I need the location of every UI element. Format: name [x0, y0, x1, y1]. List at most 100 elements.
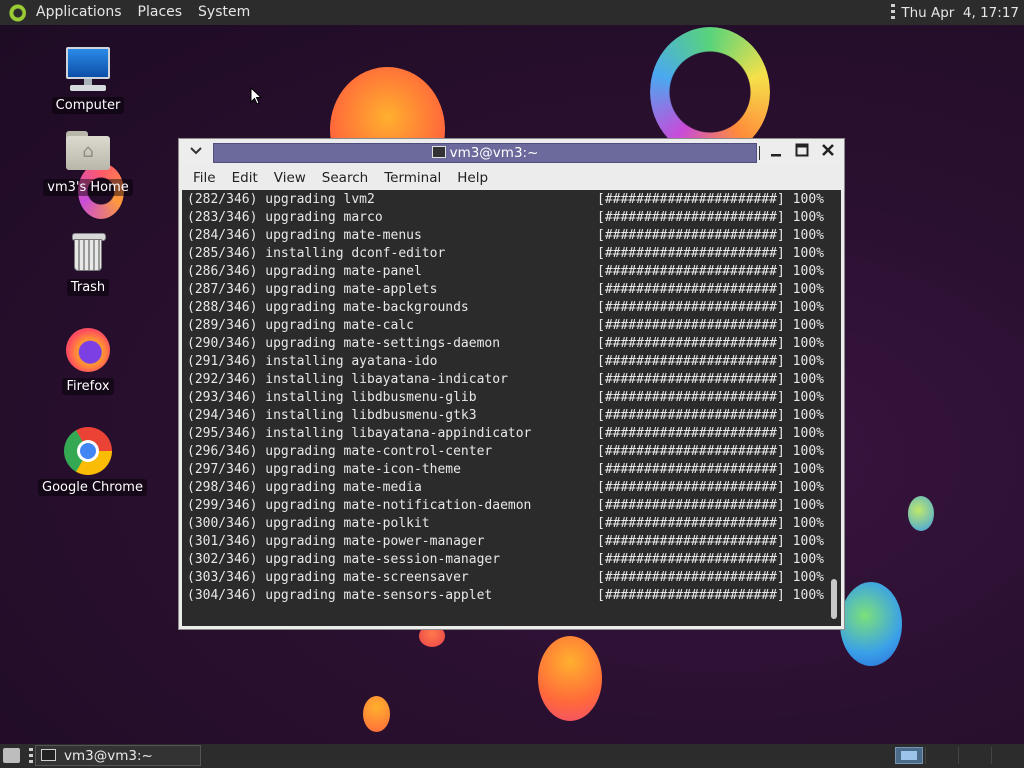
terminal-line-progress: [######################] 100%: [597, 588, 824, 603]
desktop-icon-label: Firefox: [62, 378, 114, 395]
computer-icon: [64, 45, 112, 93]
terminal-line: (285/346) installing dconf-editor [######…: [187, 245, 824, 263]
clock[interactable]: Thu Apr 4, 17:17: [901, 5, 1024, 21]
terminal-icon: [431, 146, 446, 158]
terminal-line: (294/346) installing libdbusmenu-gtk3 [##…: [187, 407, 824, 425]
terminal-line: (295/346) installing libayatana-appindic…: [187, 425, 824, 443]
terminal-line-text: (284/346) upgrading mate-menus: [187, 228, 422, 243]
terminal-line-progress: [######################] 100%: [597, 552, 824, 567]
top-panel: Applications Places System Thu Apr 4, 17…: [0, 0, 1024, 25]
desktop-icon-label: Computer: [51, 97, 125, 114]
terminal-line-progress: [######################] 100%: [597, 210, 824, 225]
menu-view[interactable]: View: [266, 170, 314, 186]
menu-applications[interactable]: Applications: [28, 0, 130, 25]
terminal-line: (300/346) upgrading mate-polkit [########…: [187, 515, 824, 533]
terminal-icon: [41, 749, 56, 761]
window-menu-chevron-icon[interactable]: [189, 145, 203, 159]
terminal-line-progress: [######################] 100%: [597, 498, 824, 513]
menu-file[interactable]: File: [179, 170, 224, 186]
taskbar-terminal-button[interactable]: vm3@vm3:~: [35, 745, 201, 766]
terminal-line-progress: [######################] 100%: [597, 354, 824, 369]
desktop-icon-firefox[interactable]: Firefox: [38, 326, 138, 395]
wallpaper-small-orange-drop: [363, 696, 390, 732]
terminal-line-text: (292/346) installing libayatana-indicato…: [187, 372, 508, 387]
terminal-line: (286/346) upgrading mate-panel [#########…: [187, 263, 824, 281]
terminal-line: (292/346) installing libayatana-indicato…: [187, 371, 824, 389]
terminal-scrollbar[interactable]: [831, 579, 837, 619]
terminal-line: (304/346) upgrading mate-sensors-applet […: [187, 587, 824, 605]
menu-terminal[interactable]: Terminal: [376, 170, 449, 186]
menu-help[interactable]: Help: [449, 170, 496, 186]
terminal-line-progress: [######################] 100%: [597, 516, 824, 531]
terminal-output[interactable]: (282/346) upgrading lvm2 [###############…: [182, 190, 841, 626]
window-titlebar[interactable]: vm3@vm3:~: [179, 139, 844, 165]
menu-edit[interactable]: Edit: [224, 170, 266, 186]
panel-handle[interactable]: [29, 748, 33, 764]
taskbar-terminal-label: vm3@vm3:~: [64, 748, 153, 764]
terminal-line-text: (300/346) upgrading mate-polkit: [187, 516, 430, 531]
terminal-menubar: File Edit View Search Terminal Help: [179, 165, 844, 190]
panel-handle[interactable]: [891, 4, 896, 21]
terminal-line-progress: [######################] 100%: [597, 462, 824, 477]
desktop-icon-trash[interactable]: Trash: [38, 227, 138, 296]
terminal-line-text: (286/346) upgrading mate-panel: [187, 264, 422, 279]
menu-system[interactable]: System: [190, 0, 258, 25]
terminal-line: (284/346) upgrading mate-menus [#########…: [187, 227, 824, 245]
terminal-line-text: (293/346) installing libdbusmenu-glib: [187, 390, 477, 405]
terminal-line-text: (291/346) installing ayatana-ido: [187, 354, 438, 369]
terminal-line-progress: [######################] 100%: [597, 318, 824, 333]
terminal-line-progress: [######################] 100%: [597, 372, 824, 387]
workspace-1[interactable]: [895, 747, 923, 764]
terminal-line: (297/346) upgrading mate-icon-theme [####…: [187, 461, 824, 479]
terminal-window[interactable]: vm3@vm3:~ File Edit View Search Terminal…: [178, 138, 845, 630]
terminal-line: (293/346) installing libdbusmenu-glib [##…: [187, 389, 824, 407]
window-title-text: vm3@vm3:~: [449, 145, 539, 161]
titlebar-separator: [759, 146, 760, 160]
menu-places[interactable]: Places: [130, 0, 191, 25]
terminal-line: (287/346) upgrading mate-applets [#######…: [187, 281, 824, 299]
terminal-line-progress: [######################] 100%: [597, 426, 824, 441]
terminal-line-progress: [######################] 100%: [597, 408, 824, 423]
terminal-line-text: (297/346) upgrading mate-icon-theme: [187, 462, 461, 477]
window-title: vm3@vm3:~: [213, 143, 757, 163]
workspace-2[interactable]: [925, 747, 958, 764]
desktop-icon-computer[interactable]: Computer: [38, 45, 138, 114]
terminal-line-text: (294/346) installing libdbusmenu-gtk3: [187, 408, 477, 423]
terminal-line-text: (282/346) upgrading lvm2: [187, 192, 375, 207]
terminal-line-text: (290/346) upgrading mate-settings-daemon: [187, 336, 501, 351]
desktop-icon-chrome[interactable]: Google Chrome: [38, 427, 147, 496]
workspace-4[interactable]: [991, 747, 1024, 764]
terminal-line-text: (289/346) upgrading mate-calc: [187, 318, 414, 333]
terminal-line-text: (296/346) upgrading mate-control-center: [187, 444, 493, 459]
terminal-line-progress: [######################] 100%: [597, 390, 824, 405]
terminal-line-text: (283/346) upgrading marco: [187, 210, 383, 225]
terminal-line: (296/346) upgrading mate-control-center […: [187, 443, 824, 461]
terminal-line: (289/346) upgrading mate-calc [##########…: [187, 317, 824, 335]
wallpaper-small-blue-ball: [908, 496, 934, 531]
desktop-icon-label: vm3's Home: [43, 179, 133, 196]
terminal-line: (283/346) upgrading marco [##############…: [187, 209, 824, 227]
terminal-line-text: (298/346) upgrading mate-media: [187, 480, 422, 495]
terminal-line-progress: [######################] 100%: [597, 336, 824, 351]
desktop-icon-home[interactable]: ⌂ vm3's Home: [38, 127, 138, 196]
terminal-line-text: (303/346) upgrading mate-screensaver: [187, 570, 469, 585]
terminal-line: (298/346) upgrading mate-media [#########…: [187, 479, 824, 497]
close-button[interactable]: [819, 143, 837, 161]
mate-logo-icon[interactable]: [8, 3, 26, 22]
terminal-line-text: (285/346) installing dconf-editor: [187, 246, 446, 261]
menu-search[interactable]: Search: [314, 170, 376, 186]
terminal-line-progress: [######################] 100%: [597, 228, 824, 243]
trash-icon: [64, 227, 112, 275]
terminal-line: (299/346) upgrading mate-notification-da…: [187, 497, 824, 515]
maximize-button[interactable]: [793, 143, 811, 161]
terminal-line: (301/346) upgrading mate-power-manager [#…: [187, 533, 824, 551]
minimize-button[interactable]: [767, 143, 785, 161]
terminal-line-progress: [######################] 100%: [597, 264, 824, 279]
terminal-line-progress: [######################] 100%: [597, 246, 824, 261]
workspace-3[interactable]: [958, 747, 991, 764]
terminal-line-text: (302/346) upgrading mate-session-manager: [187, 552, 501, 567]
terminal-line-text: (304/346) upgrading mate-sensors-applet: [187, 588, 493, 603]
terminal-line-progress: [######################] 100%: [597, 192, 824, 207]
show-desktop-icon[interactable]: [3, 748, 20, 763]
firefox-icon: [64, 326, 112, 374]
